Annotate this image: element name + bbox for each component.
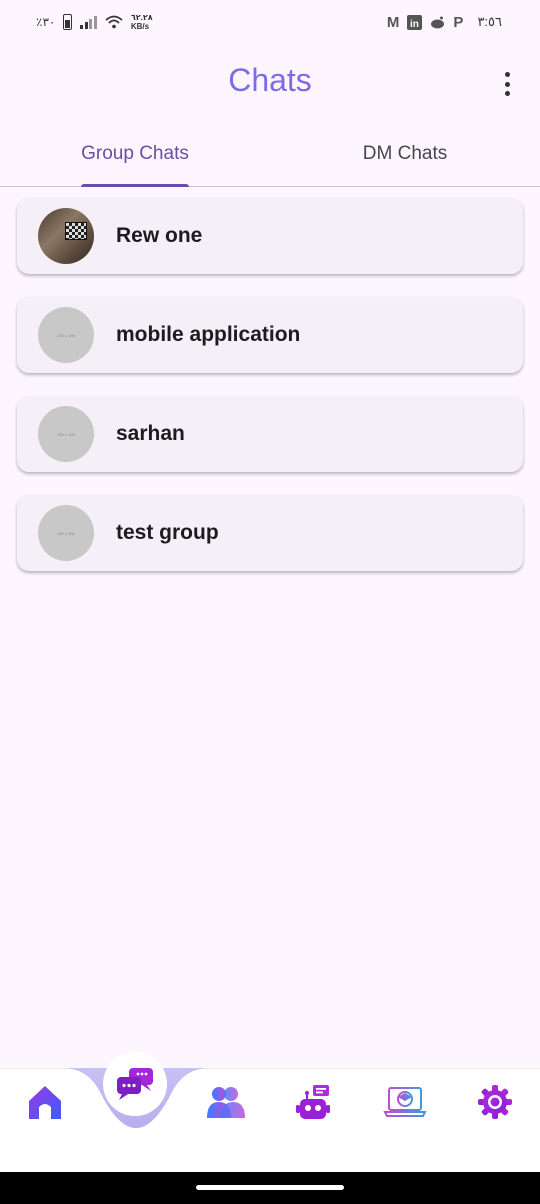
gmail-icon: M (386, 13, 400, 31)
svg-text:in: in (410, 19, 419, 30)
nav-groups[interactable] (201, 1078, 249, 1126)
chat-icon (117, 1068, 153, 1100)
tab-group-chats[interactable]: Group Chats (0, 130, 270, 187)
nav-settings[interactable] (471, 1078, 519, 1126)
home-indicator[interactable] (196, 1185, 344, 1190)
battery-icon (63, 14, 73, 30)
chat-list: Rew one 150 x 150 mobile application 150… (17, 198, 523, 594)
avatar (38, 208, 94, 264)
nav-bot[interactable] (289, 1078, 337, 1126)
nav-chats[interactable] (103, 1052, 167, 1116)
reddit-icon (431, 16, 445, 28)
chat-name: test group (116, 521, 219, 544)
bottom-navigation (0, 1052, 540, 1172)
page-title: Chats (0, 62, 540, 99)
bot-icon (296, 1085, 330, 1119)
status-right: M in P ٣:٥٦ (387, 14, 502, 31)
system-navigation-bar (0, 1172, 540, 1204)
app-bar: Chats (0, 52, 540, 112)
clock: ٣:٥٦ (477, 14, 502, 29)
network-speed: ٦٢.٢٨ KB/s (131, 13, 153, 31)
chat-name: Rew one (116, 224, 203, 247)
chat-item[interactable]: 150 x 150 sarhan (17, 396, 523, 472)
avatar: 150 x 150 (38, 307, 94, 363)
chat-item[interactable]: 150 x 150 mobile application (17, 297, 523, 373)
tab-label: Group Chats (81, 143, 189, 164)
status-bar: ٪٣٠ ٦٢.٢٨ KB/s M in P ٣:٥٦ (0, 0, 540, 44)
nav-learning[interactable] (381, 1078, 429, 1126)
wifi-icon (105, 15, 123, 29)
tab-bar: Group Chats DM Chats (0, 130, 540, 187)
tab-dm-chats[interactable]: DM Chats (270, 130, 540, 186)
speed-value: ٦٢.٢٨ (130, 13, 153, 22)
tab-indicator (81, 184, 189, 187)
learning-icon (383, 1087, 427, 1117)
chat-name: sarhan (116, 422, 185, 445)
settings-icon (478, 1085, 512, 1119)
nav-curve (0, 1068, 540, 1128)
home-icon (29, 1086, 61, 1119)
tab-label: DM Chats (362, 143, 448, 164)
battery-percent: ٪٣٠ (36, 15, 56, 29)
more-options-icon[interactable] (498, 70, 516, 98)
linkedin-icon: in (407, 14, 423, 30)
status-left: ٪٣٠ ٦٢.٢٨ KB/s (36, 13, 153, 31)
avatar: 150 x 150 (38, 406, 94, 462)
chat-name: mobile application (116, 323, 301, 346)
avatar: 150 x 150 (38, 505, 94, 561)
nav-home[interactable] (21, 1078, 69, 1126)
paypal-icon: P (453, 13, 464, 31)
chat-item[interactable]: 150 x 150 test group (17, 495, 523, 571)
signal-icon (80, 15, 97, 29)
groups-icon (207, 1087, 245, 1118)
chat-item[interactable]: Rew one (17, 198, 523, 274)
speed-unit: KB/s (130, 22, 150, 31)
